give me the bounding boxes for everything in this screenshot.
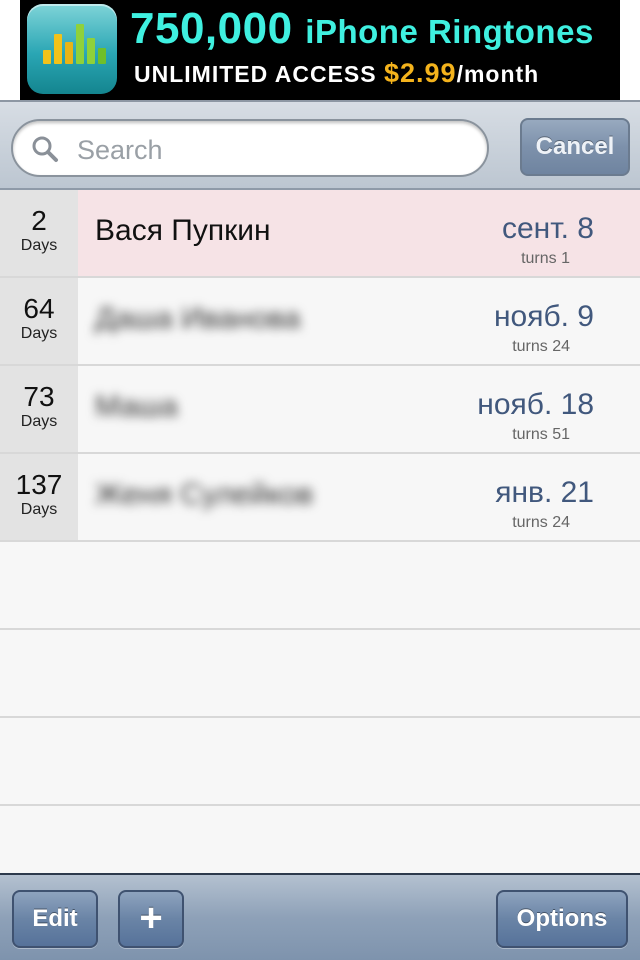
days-counter: 137 Days	[0, 454, 78, 540]
days-counter: 73 Days	[0, 366, 78, 452]
days-number: 73	[23, 381, 55, 412]
search-icon	[32, 136, 58, 162]
empty-row	[0, 718, 640, 806]
list-item[interactable]: 2 Days Вася Пупкин сент. 8 turns 1	[0, 190, 640, 278]
event-date: янв. 21	[495, 476, 594, 509]
ad-headline-number: 750,000	[130, 4, 293, 53]
days-counter: 2 Days	[0, 190, 78, 276]
plus-icon: +	[139, 896, 163, 940]
days-label: Days	[20, 501, 58, 518]
list-item[interactable]: 137 Days Женя Сулейков янв. 21 turns 24	[0, 454, 640, 542]
turns-count: turns 51	[512, 426, 570, 443]
ad-headline: 750,000 iPhone Ringtones	[130, 4, 594, 54]
options-button[interactable]: Options	[496, 890, 628, 948]
event-date: сент. 8	[501, 212, 594, 245]
days-number: 137	[15, 469, 63, 500]
empty-row	[0, 630, 640, 718]
ad-headline-rest: iPhone Ringtones	[305, 13, 594, 50]
ad-banner[interactable]: 750,000 iPhone Ringtones UNLIMITED ACCES…	[20, 0, 620, 100]
turns-count: turns 1	[521, 250, 570, 267]
contact-name: Даша Иванова	[95, 302, 301, 335]
list-item[interactable]: 73 Days Маша нояб. 18 turns 51	[0, 366, 640, 454]
days-label: Days	[20, 237, 58, 254]
contact-name: Женя Сулейков	[95, 478, 314, 511]
ad-price: $2.99	[384, 58, 457, 88]
days-counter: 64 Days	[0, 278, 78, 364]
list-item[interactable]: 64 Days Даша Иванова нояб. 9 turns 24	[0, 278, 640, 366]
cancel-button[interactable]: Cancel	[520, 118, 630, 176]
ad-subline: UNLIMITED ACCESS $2.99/month	[134, 58, 539, 89]
search-input[interactable]: Search	[11, 119, 489, 177]
empty-row	[0, 542, 640, 630]
contacts-list: 2 Days Вася Пупкин сент. 8 turns 1 64 Da…	[0, 190, 640, 873]
ad-subline-text: UNLIMITED ACCESS	[134, 61, 377, 87]
turns-count: turns 24	[512, 338, 570, 355]
ad-per: /month	[456, 61, 540, 87]
app-screen: 750,000 iPhone Ringtones UNLIMITED ACCES…	[0, 0, 640, 960]
ringtones-app-icon	[27, 4, 117, 94]
days-label: Days	[20, 413, 58, 430]
days-number: 64	[23, 293, 55, 324]
event-date: нояб. 9	[493, 300, 594, 333]
edit-button[interactable]: Edit	[12, 890, 98, 948]
days-label: Days	[20, 325, 58, 342]
days-number: 2	[31, 205, 47, 236]
search-bar: Search Cancel	[0, 100, 640, 190]
contact-name: Маша	[95, 390, 178, 423]
turns-count: turns 24	[512, 514, 570, 531]
event-date: нояб. 18	[477, 388, 594, 421]
add-button[interactable]: +	[118, 890, 184, 948]
search-placeholder: Search	[77, 135, 163, 165]
contact-name: Вася Пупкин	[95, 214, 271, 247]
bottom-toolbar: Edit + Options	[0, 873, 640, 960]
